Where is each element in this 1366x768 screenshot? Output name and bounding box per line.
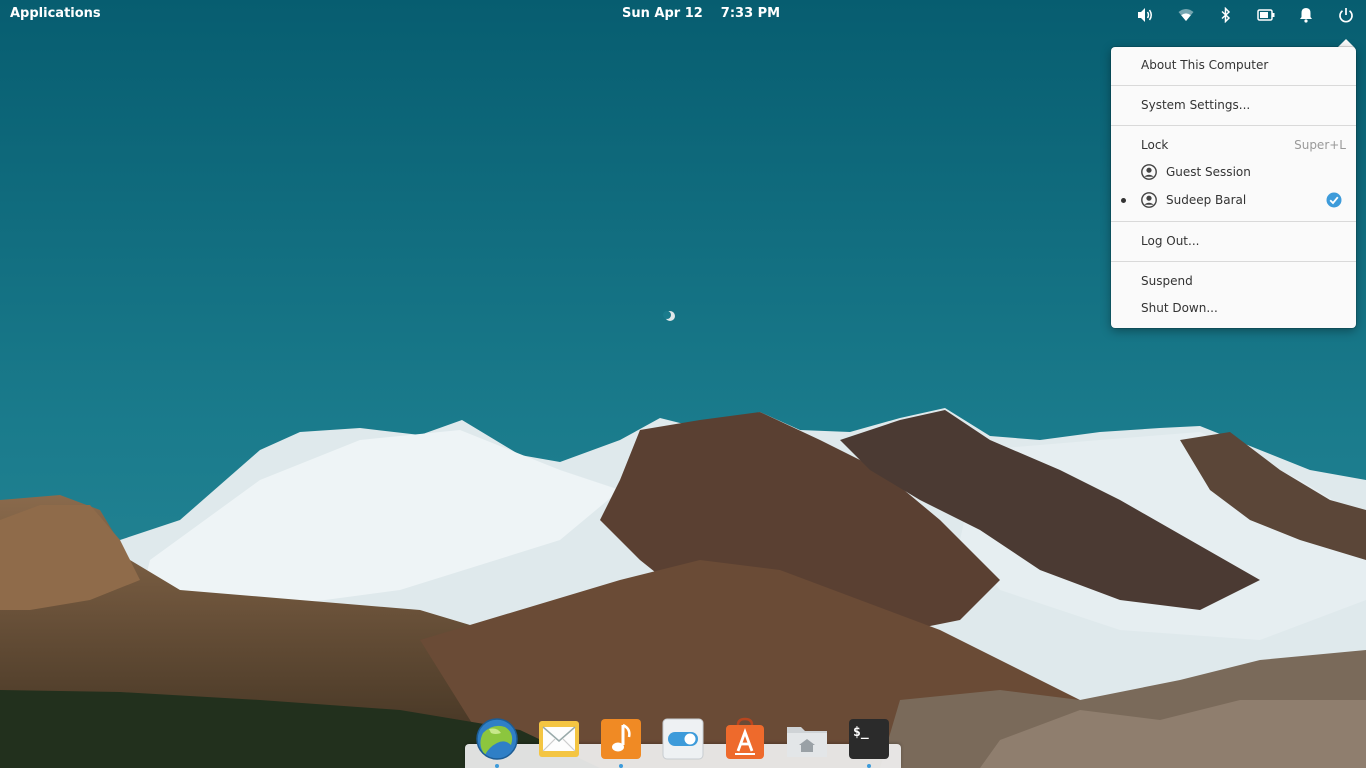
running-indicator — [867, 764, 871, 768]
applications-menu-button[interactable]: Applications — [10, 6, 101, 21]
session-menu: About This Computer System Settings... L… — [1111, 47, 1356, 328]
menu-item-shut-down[interactable]: Shut Down... — [1111, 297, 1356, 319]
menu-item-current-user-label: Sudeep Baral — [1166, 193, 1247, 207]
checkmark-icon — [1326, 192, 1342, 208]
menu-separator — [1111, 85, 1356, 86]
mail-icon[interactable] — [537, 717, 581, 761]
wifi-icon[interactable] — [1174, 5, 1198, 25]
active-user-bullet — [1121, 198, 1126, 203]
running-indicator — [495, 764, 499, 768]
menu-item-guest-session[interactable]: Guest Session — [1111, 161, 1356, 183]
notifications-icon[interactable] — [1294, 5, 1318, 25]
user-avatar-icon — [1141, 192, 1157, 208]
menu-item-lock-label: Lock — [1141, 138, 1169, 152]
files-icon[interactable] — [785, 717, 829, 761]
user-avatar-icon — [1141, 164, 1157, 180]
menu-item-log-out-label: Log Out... — [1141, 234, 1200, 248]
dock: $_ — [465, 711, 901, 768]
top-panel: Applications Sun Apr 12 7:33 PM — [0, 0, 1366, 30]
menu-item-system-settings-label: System Settings... — [1141, 98, 1251, 112]
menu-item-suspend-label: Suspend — [1141, 274, 1193, 288]
terminal-icon[interactable]: $_ — [847, 717, 891, 761]
menu-item-shut-down-label: Shut Down... — [1141, 301, 1218, 315]
volume-icon[interactable] — [1133, 5, 1157, 25]
menu-item-about-label: About This Computer — [1141, 58, 1269, 72]
date-label: Sun Apr 12 — [622, 6, 703, 21]
battery-icon[interactable] — [1254, 5, 1278, 25]
time-label: 7:33 PM — [720, 6, 781, 21]
web-browser-icon[interactable] — [475, 717, 519, 761]
power-icon[interactable] — [1334, 5, 1358, 25]
menu-item-log-out[interactable]: Log Out... — [1111, 230, 1356, 252]
running-indicator — [619, 764, 623, 768]
system-settings-icon[interactable] — [661, 717, 705, 761]
terminal-prompt-text: $_ — [853, 725, 869, 740]
menu-separator — [1111, 261, 1356, 262]
menu-item-guest-session-label: Guest Session — [1166, 165, 1251, 179]
lock-shortcut-label: Super+L — [1294, 138, 1346, 152]
menu-item-suspend[interactable]: Suspend — [1111, 270, 1356, 292]
menu-separator — [1111, 221, 1356, 222]
bluetooth-icon[interactable] — [1214, 5, 1238, 25]
app-center-icon[interactable] — [723, 717, 767, 761]
menu-item-lock[interactable]: Lock Super+L — [1111, 134, 1356, 156]
menu-item-system-settings[interactable]: System Settings... — [1111, 94, 1356, 116]
music-icon[interactable] — [599, 717, 643, 761]
menu-item-about[interactable]: About This Computer — [1111, 54, 1356, 76]
menu-separator — [1111, 125, 1356, 126]
datetime-indicator[interactable]: Sun Apr 12 7:33 PM — [622, 6, 780, 21]
menu-item-current-user[interactable]: Sudeep Baral — [1111, 189, 1356, 211]
